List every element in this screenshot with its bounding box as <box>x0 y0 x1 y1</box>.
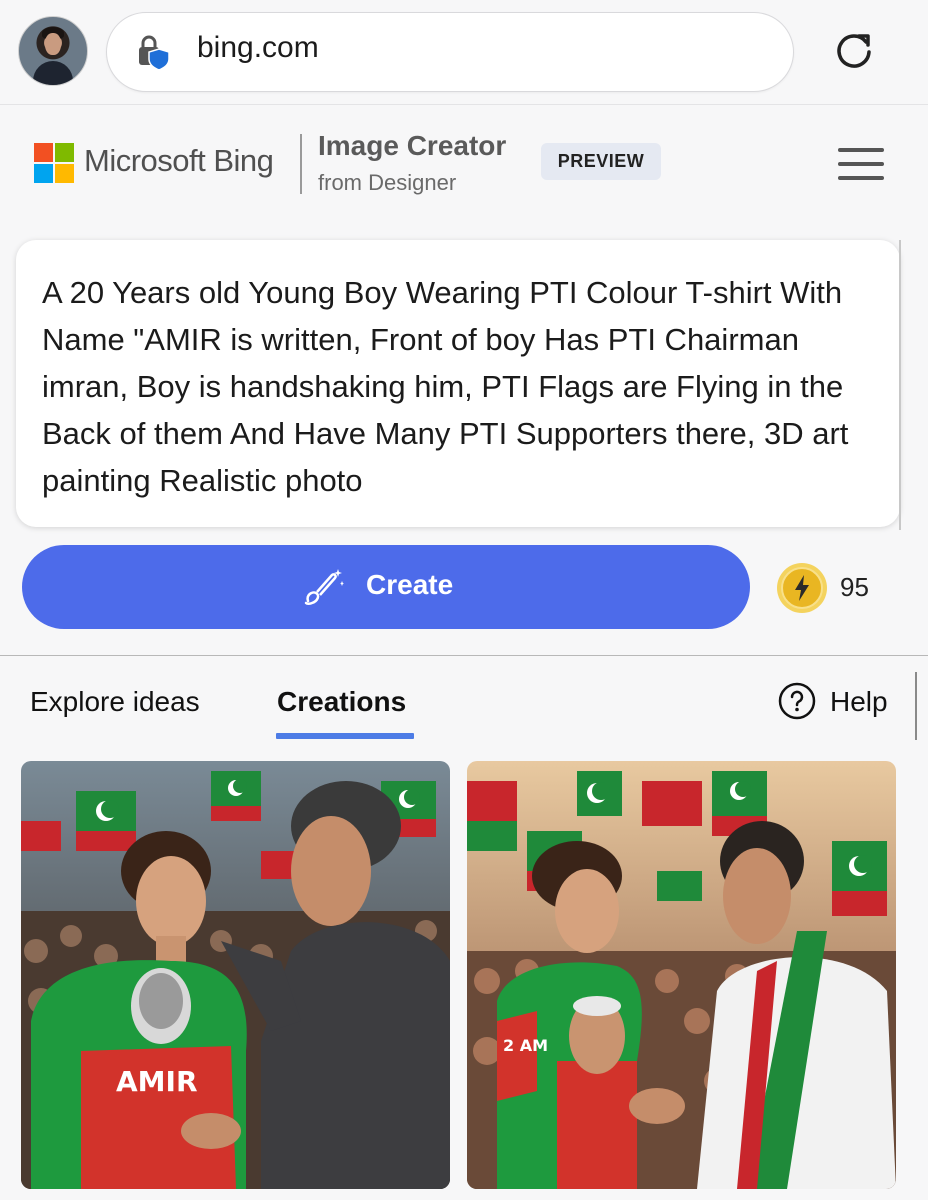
browser-toolbar: bing.com <box>0 0 928 105</box>
tile1-shirt-text: AMIR <box>116 1065 198 1098</box>
create-label: Create <box>366 569 454 600</box>
product-title[interactable]: Image Creator <box>318 130 506 162</box>
boost-count: 95 <box>840 572 869 602</box>
generated-image-1-art: AMIR <box>21 761 450 1189</box>
active-tab-indicator <box>276 733 414 739</box>
product-subtitle: from Designer <box>318 170 457 195</box>
tabs-scroll-edge <box>915 672 917 740</box>
help-icon[interactable] <box>778 682 816 720</box>
brand-name[interactable]: Microsoft Bing <box>84 143 274 179</box>
header-divider <box>300 134 302 194</box>
create-button[interactable]: Create <box>22 545 750 629</box>
avatar-face <box>45 33 61 55</box>
prompt-input[interactable]: A 20 Years old Young Boy Wearing PTI Col… <box>16 240 900 527</box>
brush-sparkle-icon <box>304 569 344 605</box>
prompt-text[interactable]: A 20 Years old Young Boy Wearing PTI Col… <box>42 269 862 504</box>
url-text[interactable]: bing.com <box>197 31 319 65</box>
generated-image-2[interactable]: 2 AM <box>467 761 896 1189</box>
lock-shield-icon[interactable] <box>137 35 173 71</box>
hamburger-menu-icon[interactable] <box>838 148 884 182</box>
boost-coin-icon[interactable] <box>776 562 828 614</box>
tile2-shirt-text: 2 AM <box>503 1036 548 1055</box>
generated-image-2-art: 2 AM <box>467 761 896 1189</box>
tab-creations[interactable]: Creations <box>277 686 406 718</box>
preview-badge: PREVIEW <box>541 143 661 180</box>
reload-icon[interactable] <box>832 28 876 72</box>
prompt-scrollbar[interactable] <box>899 240 901 530</box>
tab-explore-ideas[interactable]: Explore ideas <box>30 686 200 718</box>
profile-avatar[interactable] <box>18 16 88 86</box>
avatar-body <box>33 61 73 85</box>
help-link[interactable]: Help <box>830 686 888 718</box>
address-bar[interactable]: bing.com <box>106 12 794 92</box>
microsoft-logo-icon[interactable] <box>34 143 74 183</box>
generated-image-1[interactable]: AMIR <box>21 761 450 1189</box>
